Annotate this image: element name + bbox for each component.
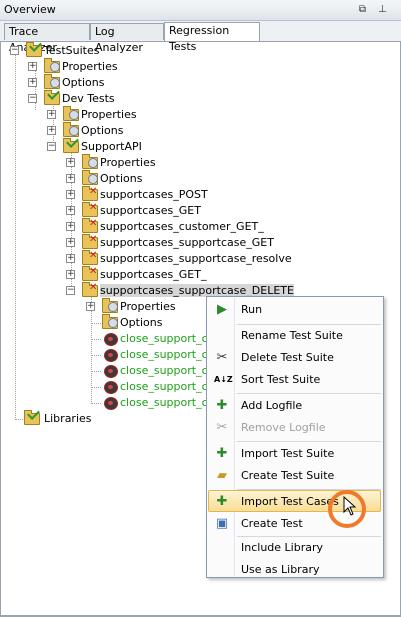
expand-toggle[interactable]: + [66,206,75,215]
bug-icon [102,347,118,362]
folder-check-icon [26,39,42,57]
collapse-toggle[interactable]: − [66,286,75,295]
menu-item-include-library[interactable]: Include Library [209,537,381,558]
unpin-icon[interactable]: ⊥ [376,3,389,16]
properties-icon [63,106,79,121]
menu-item-use-as-library[interactable]: Use as Library [209,559,381,580]
expand-toggle[interactable]: + [66,190,75,199]
tree-node-test-case[interactable]: close_support_cas [86,331,220,347]
options-icon [102,314,118,329]
tree-node-test-case[interactable]: close_support_cas [86,395,220,411]
tree-node-test-case[interactable]: close_support_cas [86,379,220,395]
bug-icon [102,363,118,378]
folder-x-icon: ✕ [82,234,98,249]
tree-node-suite[interactable]: + ✕ supportcases_POST [66,186,266,203]
mouse-cursor-icon [343,496,357,516]
folder-check-icon [63,135,79,153]
menu-item-add-logfile[interactable]: ✚ Add Logfile [209,395,381,416]
sort-az-icon: A↓Z [214,375,233,384]
folder-check-icon [24,407,40,425]
collapse-toggle[interactable]: − [47,142,56,151]
tree-node-api-options[interactable]: + Options [66,170,176,187]
expand-toggle[interactable]: + [47,110,56,119]
expand-toggle[interactable]: + [47,126,56,135]
collapse-toggle[interactable]: − [28,94,37,103]
tab-log-analyzer[interactable]: Log Analyzer [90,23,164,54]
tree-node-testsuites[interactable]: − TestSuites [10,39,130,59]
folder-x-icon: ✕ [82,202,98,217]
tree-node-dev-options[interactable]: + Options [47,122,157,139]
pin-icon[interactable]: ⧉ [356,3,369,16]
panel-title: Overview [4,3,56,16]
tree-node-libraries[interactable]: Libraries [10,407,110,427]
tree-node-dev-tests[interactable]: − Dev Tests [28,87,138,107]
expand-toggle[interactable]: + [66,270,75,279]
bug-icon [102,379,118,394]
options-icon [63,122,79,137]
folder-x-icon: ✕ [82,218,98,233]
expand-toggle[interactable]: + [66,238,75,247]
expand-toggle[interactable]: + [66,158,75,167]
remove-logfile-icon: ✂ [216,420,228,435]
collapse-toggle[interactable]: − [10,46,19,55]
menu-item-run[interactable]: ▶ Run [209,299,381,320]
tree-node-suite[interactable]: + ✕ supportcases_supportcase_GET [66,234,286,251]
expand-toggle[interactable]: + [86,302,95,311]
menu-item-import-test-suite[interactable]: ✚ Import Test Suite [209,443,381,464]
create-test-icon: ▣ [215,516,229,531]
tree-node-suite[interactable]: + ✕ supportcases_GET [66,202,266,219]
tree-node-dev-properties[interactable]: + Properties [47,106,157,123]
menu-item-sort-test-suite[interactable]: A↓Z Sort Test Suite [209,369,381,390]
delete-icon: ✂ [216,350,228,365]
tree-node-del-properties[interactable]: + Properties [86,298,196,315]
tab-trace-analyzer[interactable]: Trace Analyzer [4,23,90,54]
menu-item-create-test-suite[interactable]: ▰ Create Test Suite [209,465,381,486]
add-logfile-icon: ✚ [216,398,228,413]
menu-item-remove-logfile[interactable]: ✂ Remove Logfile [209,417,381,438]
properties-icon [82,154,98,169]
folder-x-icon: ✕ [82,266,98,281]
run-icon: ▶ [217,302,227,317]
folder-x-icon: ✕ [82,282,98,297]
tree-node-suite[interactable]: + ✕ supportcases_customer_GET_ [66,218,276,235]
folder-x-icon: ✕ [82,250,98,265]
folder-x-icon: ✕ [82,186,98,201]
import-cases-icon: ✚ [216,494,228,509]
menu-item-rename-test-suite[interactable]: Rename Test Suite [209,325,381,346]
properties-icon [102,298,118,313]
expand-toggle[interactable]: + [66,254,75,263]
tab-regression-tests[interactable]: Regression Tests [164,22,260,53]
tree-node-suite[interactable]: + ✕ supportcases_supportcase_resolve [66,250,306,267]
tree-node-test-case[interactable]: close_support_cas [86,363,220,379]
expand-toggle[interactable]: + [66,222,75,231]
context-menu: ▶ Run Rename Test Suite ✂ Delete Test Su… [206,296,384,578]
bug-icon [102,395,118,410]
bug-icon [102,331,118,346]
expand-toggle[interactable]: + [66,174,75,183]
tab-bar: Trace Analyzer Log Analyzer Regression T… [0,21,401,54]
create-suite-icon: ▰ [217,468,227,483]
options-icon [44,74,60,89]
tree-node-test-case[interactable]: close_support_cas [86,347,220,363]
tree-node-options[interactable]: + Options [28,74,138,91]
tree-node-properties[interactable]: + Properties [28,58,138,75]
tree-node-suite[interactable]: + ✕ supportcases_GET_ [66,266,266,283]
import-suite-icon: ✚ [216,446,228,461]
tree-node-del-options[interactable]: Options [86,314,196,331]
expand-toggle[interactable]: + [28,62,37,71]
expand-toggle[interactable]: + [28,78,37,87]
panel-header: Overview ⧉ ⊥ [0,0,401,21]
tree-node-api-properties[interactable]: + Properties [66,154,176,171]
properties-icon [44,58,60,73]
menu-item-delete-test-suite[interactable]: ✂ Delete Test Suite [209,347,381,368]
folder-check-icon [44,87,60,105]
options-icon [82,170,98,185]
tree-node-support-api[interactable]: − SupportAPI [47,135,157,155]
